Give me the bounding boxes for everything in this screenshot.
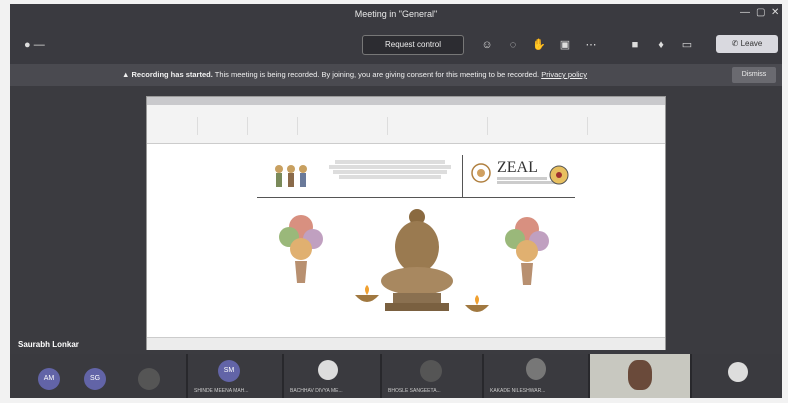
deity-statue <box>381 209 453 311</box>
avatar <box>526 358 546 380</box>
maximize-button[interactable]: ▢ <box>756 7 765 18</box>
warning-icon: ▲ <box>122 70 132 79</box>
close-button[interactable]: ✕ <box>771 7 779 18</box>
zeal-subtitle <box>497 177 557 184</box>
participant-gallery: AM SG SM SHINDE MEENA MAH... BACHHAV DIV… <box>10 354 782 398</box>
phone-icon: ✆ <box>731 39 739 48</box>
students-illustration <box>275 165 307 187</box>
participant-name: BHOSLE SANGEETA... <box>388 388 441 394</box>
oil-lamp-left <box>355 285 379 302</box>
request-control-button[interactable]: Request control <box>362 35 464 55</box>
title-bar: Meeting in "General" — ▢ ✕ <box>10 4 782 26</box>
chat-icon[interactable]: ◌ <box>506 38 520 52</box>
leave-label: Leave <box>740 39 763 48</box>
participant-tile[interactable]: SM SHINDE MEENA MAH... <box>188 354 282 398</box>
avatar[interactable]: SG <box>84 368 106 390</box>
participant-video <box>628 360 652 390</box>
zeal-logo: ZEAL <box>497 159 538 176</box>
rooms-icon[interactable]: ▣ <box>558 38 572 52</box>
avatar[interactable] <box>138 368 160 390</box>
shared-app-statusbar <box>147 337 665 350</box>
avatar <box>728 362 748 382</box>
teams-meeting-window: Meeting in "General" — ▢ ✕ ● — Request c… <box>10 4 782 398</box>
participant-name: SHINDE MEENA MAH... <box>194 388 249 394</box>
meeting-stage: ZEAL Saurabh Lonkar <box>10 86 782 354</box>
avatar <box>318 360 338 380</box>
emblem-icon <box>549 165 569 185</box>
flower-vase-right <box>505 217 549 285</box>
shared-app-ribbon <box>147 97 665 144</box>
slide-header: ZEAL <box>257 153 575 198</box>
shared-screen: ZEAL <box>146 96 666 350</box>
slide-canvas: ZEAL <box>257 149 575 337</box>
window-title: Meeting in "General" <box>354 9 438 19</box>
participant-tile[interactable]: KAKADE NILESHWAR... <box>484 354 588 398</box>
college-header-text <box>325 159 455 180</box>
flower-vase-left <box>279 215 323 283</box>
dismiss-button[interactable]: Dismiss <box>732 67 776 83</box>
avatar <box>420 360 442 382</box>
shared-app-titlebar <box>147 97 665 105</box>
recording-consent-text: This meeting is being recorded. By joini… <box>212 70 540 79</box>
more-icon[interactable]: ⋯ <box>584 38 598 52</box>
slide-illustration <box>279 209 549 312</box>
speaker-name: Saurabh Lonkar <box>18 340 79 349</box>
recording-banner: ▲ Recording has started. This meeting is… <box>10 64 782 86</box>
recording-started-text: Recording has started. <box>131 70 213 79</box>
recording-notice: ▲ Recording has started. This meeting is… <box>122 70 587 79</box>
meeting-timer-icon: ● — <box>24 39 45 51</box>
participant-name: KAKADE NILESHWAR... <box>490 388 546 394</box>
privacy-policy-link[interactable]: Privacy policy <box>541 70 587 79</box>
avatar: SM <box>218 360 240 382</box>
oil-lamp-right <box>465 295 489 312</box>
participant-name: BACHHAV DIVYA ME... <box>290 388 343 394</box>
minimize-button[interactable]: — <box>740 7 750 18</box>
participant-video-tile[interactable] <box>590 354 690 398</box>
participant-tile-group: AM SG <box>10 354 186 398</box>
participant-tile[interactable]: BHOSLE SANGEETA... <box>382 354 482 398</box>
participant-tile[interactable] <box>692 354 782 398</box>
mic-icon[interactable]: ♦ <box>654 38 668 52</box>
people-icon[interactable]: ☺ <box>480 38 494 52</box>
raise-hand-icon[interactable]: ✋ <box>532 38 546 52</box>
meeting-toolbar: ● — Request control ☺ ◌ ✋ ▣ ⋯ ■ ♦ ▭ ✆ Le… <box>10 26 782 64</box>
camera-icon[interactable]: ■ <box>628 38 642 52</box>
seal-icon <box>471 163 491 183</box>
share-icon[interactable]: ▭ <box>680 38 694 52</box>
avatar[interactable]: AM <box>38 368 60 390</box>
leave-button[interactable]: ✆ Leave <box>716 35 778 53</box>
participant-tile[interactable]: BACHHAV DIVYA ME... <box>284 354 380 398</box>
